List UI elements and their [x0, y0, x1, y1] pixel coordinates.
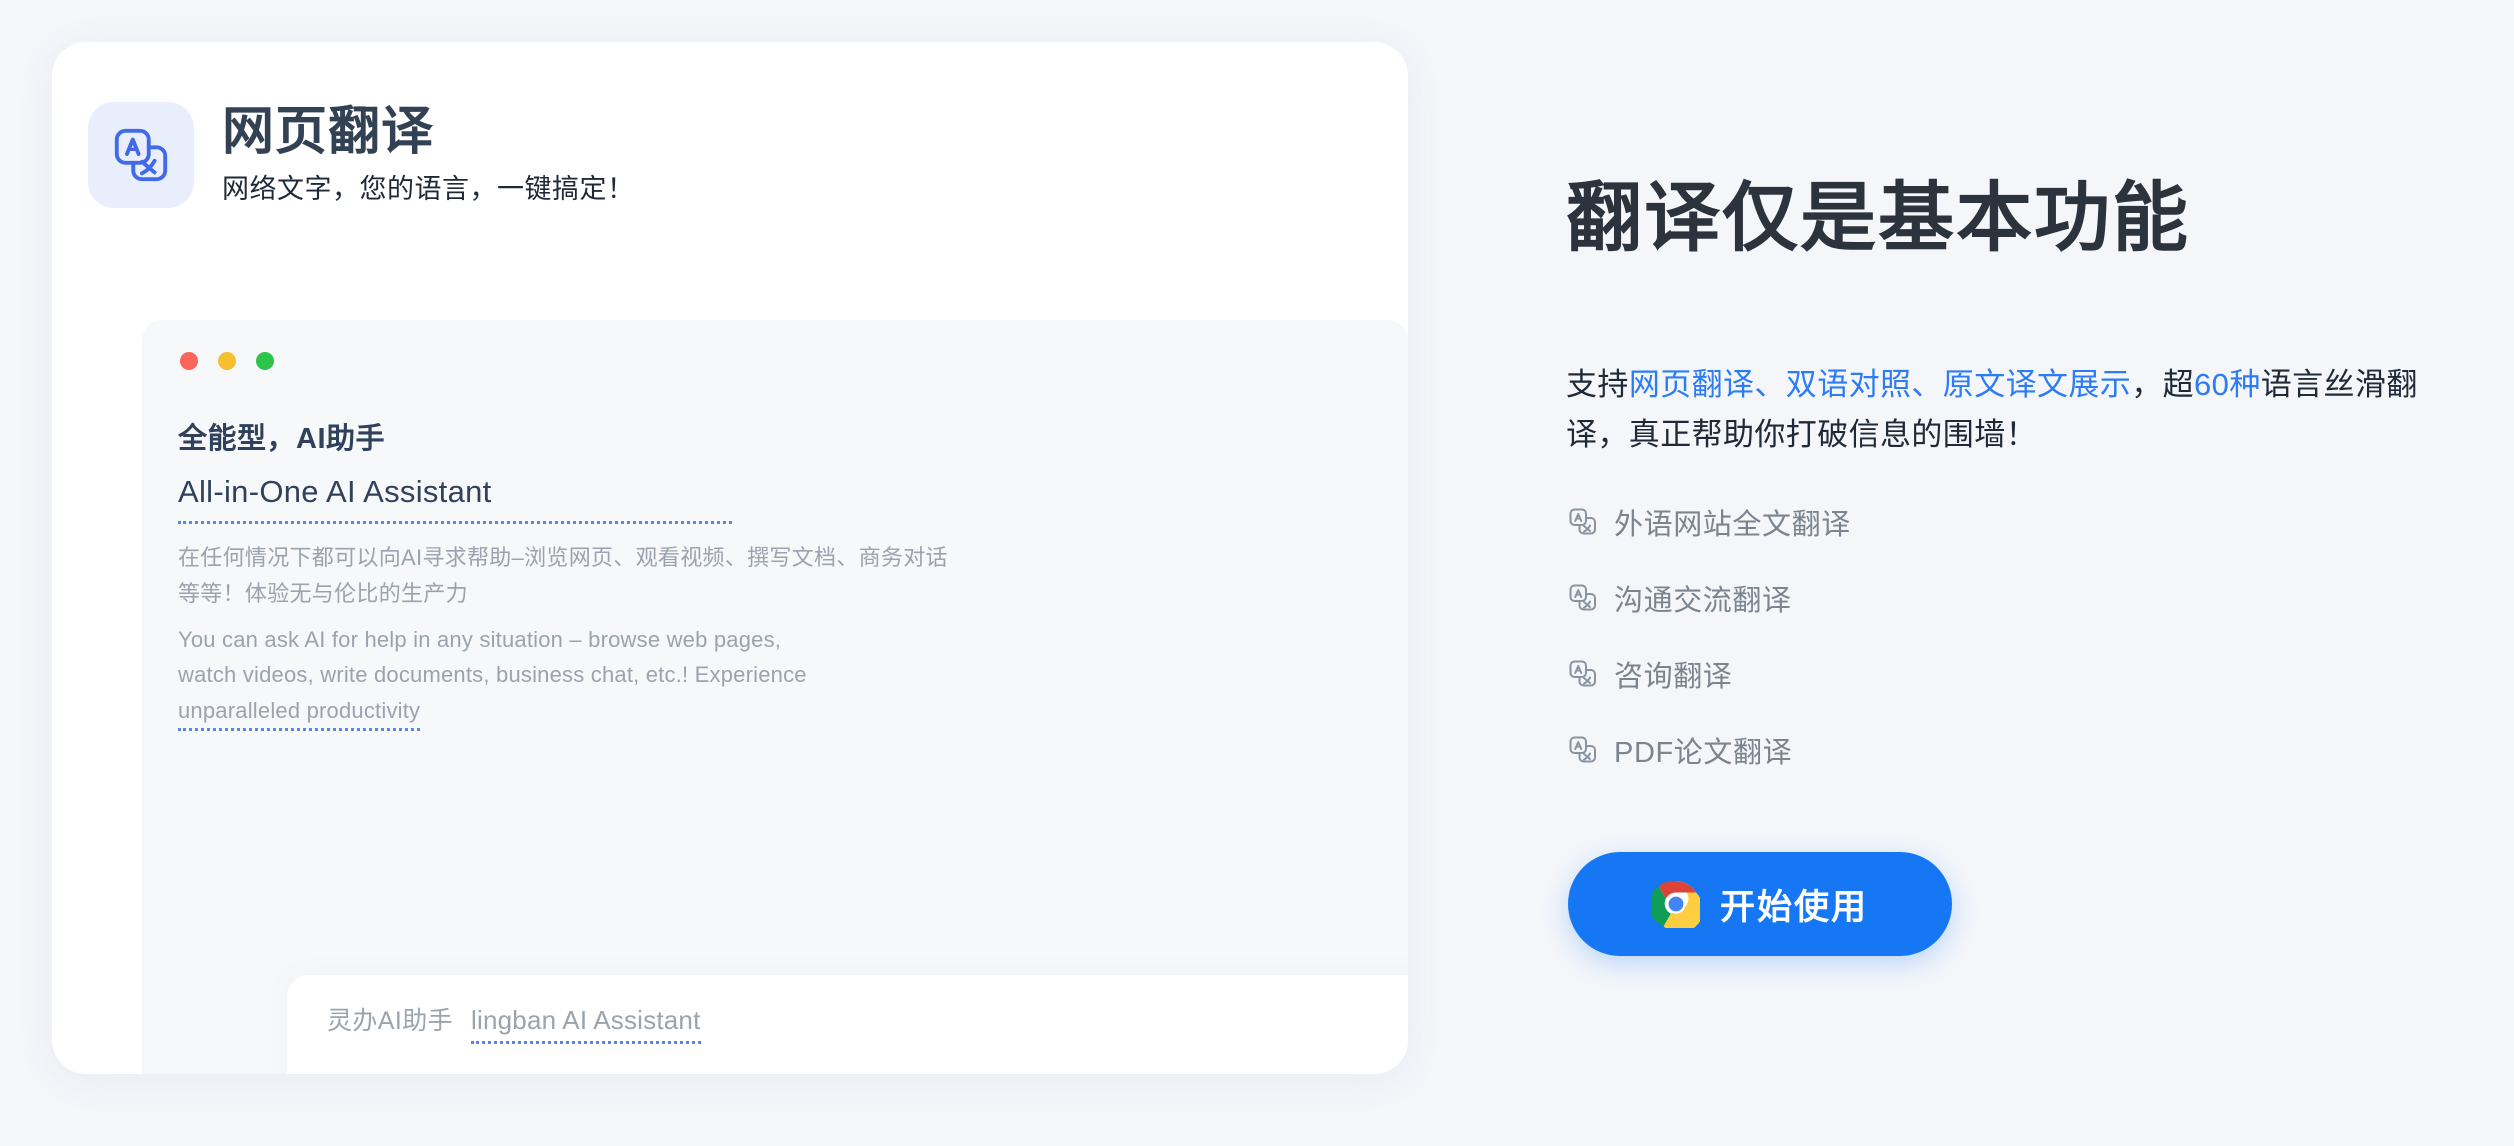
translate-icon: [1566, 505, 1600, 539]
desc-segment-highlight: 60种: [2194, 367, 2261, 402]
list-item: 外语网站全文翻译: [1566, 495, 1851, 549]
browser-mock: 全能型，AI助手 All-in-One AI Assistant 在任何情况下都…: [142, 320, 1408, 1074]
list-item: 咨询翻译: [1566, 647, 1851, 701]
assistant-panel-header-en: lingban AI Assistant: [471, 1005, 701, 1044]
assistant-panel-header-cn: 灵办AI助手: [327, 1007, 454, 1035]
translate-icon: [88, 102, 194, 208]
mock-paragraph-en-line3: unparalleled productivity: [178, 697, 421, 731]
page-subtitle: 网络文字，您的语言，一键搞定！: [222, 174, 635, 205]
card-header-text: 网页翻译 网络文字，您的语言，一键搞定！: [222, 102, 635, 206]
list-item-label: PDF论文翻译: [1614, 737, 1793, 769]
list-item: PDF论文翻译: [1566, 723, 1851, 777]
start-using-label: 开始使用: [1719, 887, 1868, 927]
translate-icon: [1566, 581, 1600, 615]
close-dot-icon[interactable]: [180, 352, 198, 370]
marketing-description: 支持网页翻译、双语对照、原文译文展示，超60种语言丝滑翻译，真正帮助你打破信息的…: [1566, 360, 2456, 460]
mock-paragraph-en-line2: watch videos, write documents, business …: [178, 662, 807, 688]
card-header: 网页翻译 网络文字，您的语言，一键搞定！: [88, 102, 635, 208]
desc-segment-highlight: 网页翻译、双语对照、原文译文展示: [1628, 367, 2132, 402]
page-root: 网页翻译 网络文字，您的语言，一键搞定！ 全能型，AI助手 All-in-One…: [0, 0, 2514, 1146]
mock-paragraph-en: You can ask AI for help in any situation…: [178, 622, 898, 731]
desc-segment: ，超: [2131, 367, 2195, 402]
minimize-dot-icon[interactable]: [218, 352, 236, 370]
traffic-lights: [180, 352, 274, 370]
assistant-feature-panel: 灵办AI助手 lingban AI Assistant: [287, 975, 1408, 1074]
list-item-label: 沟通交流翻译: [1614, 585, 1792, 617]
maximize-dot-icon[interactable]: [256, 352, 274, 370]
list-item-label: 外语网站全文翻译: [1614, 509, 1851, 541]
translate-icon: [1566, 657, 1600, 691]
marketing-feature-list: 外语网站全文翻译 沟通交流翻译 咨询翻译 PDF论文翻译: [1566, 495, 1851, 777]
chrome-logo-icon: [1651, 880, 1700, 928]
desc-segment: 支持: [1566, 367, 1629, 402]
webpage-translation-card: 网页翻译 网络文字，您的语言，一键搞定！ 全能型，AI助手 All-in-One…: [52, 42, 1408, 1074]
mock-paragraph-en-line1: You can ask AI for help in any situation…: [178, 626, 782, 652]
marketing-panel: 翻译仅是基本功能 支持网页翻译、双语对照、原文译文展示，超60种语言丝滑翻译，真…: [1566, 0, 2496, 1146]
mock-heading-cn: 全能型，AI助手: [178, 423, 386, 455]
list-item: 沟通交流翻译: [1566, 571, 1851, 625]
mock-heading-en: All-in-One AI Assistant: [178, 470, 732, 525]
assistant-panel-header: 灵办AI助手 lingban AI Assistant: [327, 1001, 701, 1044]
list-item-label: 咨询翻译: [1614, 661, 1733, 693]
start-using-button[interactable]: 开始使用: [1568, 852, 1952, 956]
marketing-title: 翻译仅是基本功能: [1566, 176, 2190, 261]
mock-paragraph-cn: 在任何情况下都可以向AI寻求帮助–浏览网页、观看视频、撰写文档、商务对话等等！体…: [178, 545, 948, 607]
browser-mock-body: 全能型，AI助手 All-in-One AI Assistant 在任何情况下都…: [178, 418, 1372, 731]
translate-icon: [1566, 733, 1600, 767]
page-title: 网页翻译: [222, 102, 435, 161]
